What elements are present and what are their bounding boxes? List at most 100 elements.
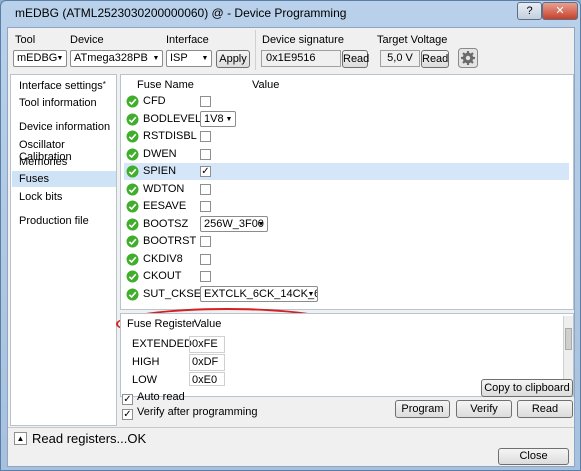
- modified-marker: *: [102, 80, 106, 89]
- device-programming-window: mEDBG (ATML2523030200000060) @ - Device …: [0, 0, 581, 471]
- fuse-name-header: Fuse Name: [137, 79, 194, 91]
- fuse-name: RSTDISBL: [143, 130, 197, 142]
- sidebar-item-fuses[interactable]: Fuses: [12, 171, 116, 187]
- interface-label: Interface: [166, 34, 209, 46]
- fuse-checkbox[interactable]: [200, 96, 211, 107]
- window-title: mEDBG (ATML2523030200000060) @ - Device …: [15, 6, 347, 20]
- sidebar-item-interface-settings[interactable]: Interface settings*: [19, 80, 106, 92]
- voltage-read-button[interactable]: Read: [421, 50, 449, 68]
- fuse-row: DWEN: [124, 146, 569, 163]
- sidebar-nav: Interface settings* Tool information Dev…: [10, 74, 117, 426]
- fuse-row: EESAVE: [124, 198, 569, 215]
- fuse-checkbox[interactable]: [200, 253, 211, 265]
- signature-label: Device signature: [262, 34, 344, 46]
- signature-value: 0x1E9516: [261, 50, 341, 67]
- fuse-value: 1V8: [204, 112, 224, 125]
- expand-log-icon[interactable]: ▲: [14, 432, 27, 445]
- verify-button[interactable]: Verify: [456, 400, 512, 418]
- gear-icon: [458, 48, 478, 68]
- sidebar-item-tool-information[interactable]: Tool information: [19, 97, 97, 109]
- fuse-name: BODLEVEL: [143, 112, 202, 125]
- register-value-input[interactable]: 0xFE: [189, 336, 225, 353]
- ok-check-icon: [126, 270, 139, 283]
- chevron-down-icon: ▼: [225, 115, 233, 123]
- sidebar-item-lock-bits[interactable]: Lock bits: [19, 191, 62, 203]
- tool-select[interactable]: mEDBG ▼: [13, 50, 67, 67]
- chevron-down-icon: ▼: [56, 55, 64, 62]
- fuse-name: CFD: [143, 95, 166, 107]
- voltage-label: Target Voltage: [377, 34, 448, 46]
- voltage-value: 5,0 V: [380, 50, 420, 67]
- fuse-checkbox[interactable]: [200, 236, 211, 247]
- status-bar: ▲ Read registers...OK: [8, 427, 574, 449]
- fuse-value-select[interactable]: EXTCLK_6CK_14CK_65MS▼: [200, 285, 318, 302]
- fuse-checkbox[interactable]: [200, 271, 211, 282]
- fuse-row: WDTON: [124, 181, 569, 198]
- fuse-name: BOOTSZ: [143, 217, 189, 230]
- apply-button[interactable]: Apply: [216, 50, 250, 68]
- interface-select[interactable]: ISP ▼: [166, 50, 212, 67]
- dialog-client: Tool Device Interface mEDBG ▼ ATmega328P…: [7, 27, 575, 467]
- sidebar-item-production-file[interactable]: Production file: [19, 215, 89, 227]
- tool-select-value: mEDBG: [17, 52, 58, 64]
- fuse-row: SPIEN ✓: [124, 163, 569, 180]
- sidebar-item-memories[interactable]: Memories: [19, 156, 67, 168]
- fuse-name: SPIEN: [143, 165, 177, 177]
- register-name-header: Fuse Register: [127, 318, 196, 330]
- register-name: HIGH: [132, 356, 160, 368]
- signature-read-button[interactable]: Read: [342, 50, 369, 68]
- ok-check-icon: [126, 95, 139, 108]
- tool-label: Tool: [15, 34, 36, 46]
- fuse-checkbox[interactable]: [200, 201, 211, 212]
- read-button[interactable]: Read: [517, 400, 573, 418]
- fuse-row: BOOTSZ 256W_3F00 ▼: [124, 215, 569, 233]
- chevron-down-icon: ▼: [307, 290, 315, 298]
- fuse-name: EESAVE: [143, 200, 187, 212]
- settings-button[interactable]: [458, 48, 478, 68]
- fuse-name: BOOTRST: [143, 235, 197, 247]
- ok-check-icon: [126, 218, 139, 230]
- fuse-row: CKOUT: [124, 268, 569, 285]
- register-scrollbar[interactable]: [563, 316, 573, 386]
- scrollbar-thumb[interactable]: [565, 328, 572, 350]
- fuse-checkbox[interactable]: [200, 148, 211, 160]
- status-text: Read registers...OK: [32, 431, 147, 446]
- auto-read-label: Auto read: [137, 391, 185, 403]
- toolbar-divider: [255, 30, 256, 70]
- auto-read-checkbox[interactable]: ✓ Auto read: [122, 391, 185, 405]
- fuse-grid: Fuse Name Value CFD BODLEVEL 1V8 ▼ RSTDISBL D…: [120, 74, 574, 310]
- fuse-row: RSTDISBL: [124, 128, 569, 145]
- ok-check-icon: [126, 113, 139, 125]
- fuse-checkbox[interactable]: ✓: [200, 166, 211, 177]
- checkbox-box: ✓: [122, 409, 133, 420]
- fuse-checkbox[interactable]: [200, 131, 211, 142]
- program-button[interactable]: Program: [395, 400, 450, 418]
- ok-check-icon: [126, 235, 139, 248]
- ok-check-icon: [126, 165, 139, 178]
- fuse-name: CKOUT: [143, 270, 182, 282]
- title-bar[interactable]: mEDBG (ATML2523030200000060) @ - Device …: [1, 1, 580, 27]
- sidebar-item-device-information[interactable]: Device information: [19, 121, 110, 133]
- interface-select-value: ISP: [170, 52, 188, 64]
- fuse-name: SUT_CKSEL: [143, 287, 208, 300]
- register-name: EXTENDED: [132, 338, 192, 350]
- fuse-value-select[interactable]: 256W_3F00 ▼: [200, 215, 268, 232]
- fuse-checkbox[interactable]: [200, 183, 211, 195]
- register-value-input[interactable]: 0xDF: [189, 354, 225, 371]
- fuse-row: CFD: [124, 93, 569, 110]
- fuse-row: CKDIV8: [124, 251, 569, 268]
- fuse-row: BODLEVEL 1V8 ▼: [124, 110, 569, 128]
- verify-after-programming-checkbox[interactable]: ✓ Verify after programming: [122, 406, 257, 420]
- chevron-down-icon: ▼: [257, 220, 265, 228]
- ok-check-icon: [126, 253, 139, 265]
- fuse-value-select[interactable]: 1V8 ▼: [200, 110, 236, 127]
- close-button[interactable]: Close: [498, 448, 569, 465]
- register-value-input[interactable]: 0xE0: [189, 372, 225, 386]
- fuse-row: SUT_CKSELEXTCLK_6CK_14CK_65MS▼: [124, 285, 569, 303]
- fuse-value: EXTCLK_6CK_14CK_65MS: [204, 287, 317, 300]
- ok-check-icon: [126, 200, 139, 213]
- device-select[interactable]: ATmega328PB ▼: [70, 50, 163, 67]
- help-button[interactable]: ?: [517, 2, 542, 20]
- copy-to-clipboard-button[interactable]: Copy to clipboard: [481, 379, 573, 397]
- close-window-button[interactable]: ✕: [542, 2, 578, 20]
